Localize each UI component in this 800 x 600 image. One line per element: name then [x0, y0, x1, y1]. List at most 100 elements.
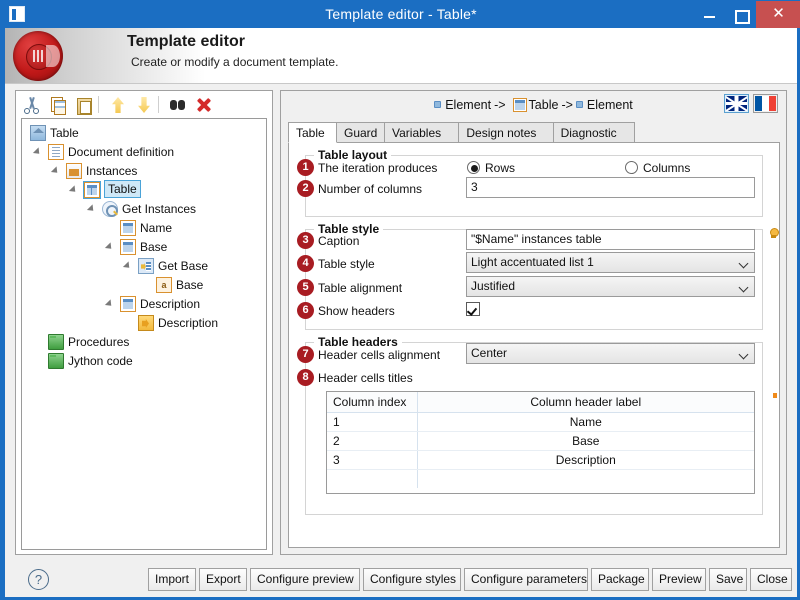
input-number-of-columns[interactable]: 3 — [466, 177, 755, 198]
label-table-alignment: Table alignment — [318, 281, 403, 295]
cut-icon[interactable] — [22, 95, 42, 115]
combo-table-alignment[interactable]: Justified — [466, 276, 755, 297]
preview-button[interactable]: Preview — [652, 568, 706, 591]
tree-node-label: Table — [104, 180, 141, 198]
column-header-index: Column index — [327, 392, 418, 413]
expand-arrow-icon[interactable] — [122, 261, 133, 271]
expand-arrow-icon[interactable] — [104, 242, 115, 252]
label-iteration-produces: The iteration produces — [318, 161, 438, 175]
button-label: Export — [206, 572, 241, 586]
tree-node-label: Get Base — [158, 259, 209, 273]
help-icon[interactable]: ? — [28, 569, 49, 590]
expand-arrow-icon[interactable] — [86, 204, 97, 214]
close-button[interactable]: ✕ — [756, 1, 800, 28]
toolbar-separator-2 — [158, 96, 159, 113]
field-icon — [120, 220, 136, 236]
table-row[interactable]: 2 Base — [327, 431, 754, 451]
table-row[interactable] — [327, 469, 754, 488]
magnifier-icon — [102, 201, 118, 217]
button-label: Configure parameters — [471, 572, 588, 586]
configure-parameters-button[interactable]: Configure parameters — [464, 568, 588, 591]
badge-6: 6 — [297, 302, 314, 319]
configure-preview-button[interactable]: Configure preview — [250, 568, 360, 591]
cell-column-header-label[interactable]: Name — [417, 412, 754, 432]
configure-styles-button[interactable]: Configure styles — [363, 568, 461, 591]
tab-guard[interactable]: Guard — [336, 122, 385, 143]
field-icon — [120, 296, 136, 312]
tab-diagnostic[interactable]: Diagnostic — [552, 122, 635, 143]
cell-column-index[interactable]: 1 — [327, 412, 418, 432]
tab-design-notes[interactable]: Design notes — [458, 122, 554, 143]
export-button[interactable]: Export — [199, 568, 247, 591]
toolbar-separator-1 — [98, 96, 99, 113]
copy-icon[interactable] — [48, 95, 68, 115]
cell-column-index[interactable] — [327, 469, 418, 488]
table-row[interactable]: 1 Name — [327, 412, 754, 432]
content-scrollbar[interactable] — [772, 144, 778, 547]
import-button[interactable]: Import — [148, 568, 196, 591]
table-row[interactable]: 3 Description — [327, 450, 754, 470]
close-button[interactable]: Close — [750, 568, 792, 591]
element-dot-icon — [434, 101, 442, 109]
radio-rows[interactable]: Rows — [467, 160, 515, 176]
cell-column-index[interactable]: 3 — [327, 450, 418, 470]
chevron-down-icon-2 — [738, 282, 749, 293]
tab-label: Diagnostic — [560, 126, 617, 140]
radio-columns[interactable]: Columns — [625, 160, 690, 176]
badge-5: 5 — [297, 279, 314, 296]
button-label: Package — [598, 572, 645, 586]
header-titles-grid[interactable]: Column index Column header label 1 Name 2 B… — [326, 391, 755, 494]
cell-column-index[interactable]: 2 — [327, 431, 418, 451]
tab-table[interactable]: Table — [288, 122, 337, 143]
badge-4: 4 — [297, 255, 314, 272]
minimize-button[interactable] — [694, 1, 725, 28]
french-flag-icon — [755, 96, 776, 111]
breadcrumb-arrow-2: -> — [561, 98, 573, 112]
document-tree[interactable]: Table Document definition Instances Table Ge… — [21, 118, 267, 550]
expand-arrow-icon[interactable] — [22, 128, 25, 138]
tree-node-label: Get Instances — [122, 202, 197, 216]
bulb-icon[interactable] — [769, 228, 779, 239]
cell-column-header-label[interactable]: Base — [417, 431, 754, 451]
paste-icon[interactable] — [74, 95, 94, 115]
expand-arrow-icon[interactable] — [32, 147, 43, 157]
tab-page-table: Table layout 1 The iteration produces Ro… — [288, 143, 780, 548]
breadcrumb-arrow-1: -> — [494, 98, 506, 112]
combo-header-cells-alignment[interactable]: Center — [466, 343, 755, 364]
description-icon — [138, 315, 154, 331]
button-label: Import — [155, 572, 190, 586]
language-button-french[interactable] — [753, 94, 778, 113]
language-button-english[interactable] — [724, 94, 749, 113]
expand-arrow-icon[interactable] — [104, 299, 115, 309]
expand-arrow-icon[interactable] — [68, 185, 79, 195]
chevron-down-icon-3 — [738, 349, 749, 360]
combo-table-style[interactable]: Light accentuated list 1 — [466, 252, 755, 273]
tab-variables[interactable]: Variables — [384, 122, 460, 143]
move-down-icon[interactable] — [134, 95, 154, 115]
maximize-button[interactable] — [725, 1, 756, 28]
cell-column-header-label[interactable]: Description — [417, 450, 754, 470]
save-button[interactable]: Save — [709, 568, 747, 591]
label-show-headers: Show headers — [318, 304, 395, 318]
banner-subtitle: Create or modify a document template. — [131, 55, 339, 69]
window-title: Template editor - Table* — [325, 6, 477, 22]
checkbox-show-headers[interactable] — [466, 302, 480, 316]
expand-arrow-icon[interactable] — [50, 166, 61, 176]
button-label: Configure styles — [370, 572, 457, 586]
cell-column-header-label[interactable] — [417, 469, 754, 488]
move-up-icon[interactable] — [108, 95, 128, 115]
properties-panel: Element -> Table -> Element Table Guard Variab… — [280, 90, 787, 555]
tree-node-label: Procedures — [68, 335, 130, 349]
find-icon[interactable] — [168, 95, 188, 115]
badge-3: 3 — [297, 232, 314, 249]
input-caption[interactable]: "$Name" instances table — [466, 229, 755, 250]
app-logo-icon — [13, 31, 63, 81]
delete-icon[interactable] — [194, 95, 214, 115]
folder-icon — [48, 353, 64, 369]
tree-node-label: Name — [140, 221, 173, 235]
table-icon — [512, 97, 527, 112]
client-area: Template editor Create or modify a docum… — [5, 28, 797, 597]
scroll-marker — [773, 393, 777, 398]
package-button[interactable]: Package — [591, 568, 649, 591]
button-label: Preview — [659, 572, 702, 586]
